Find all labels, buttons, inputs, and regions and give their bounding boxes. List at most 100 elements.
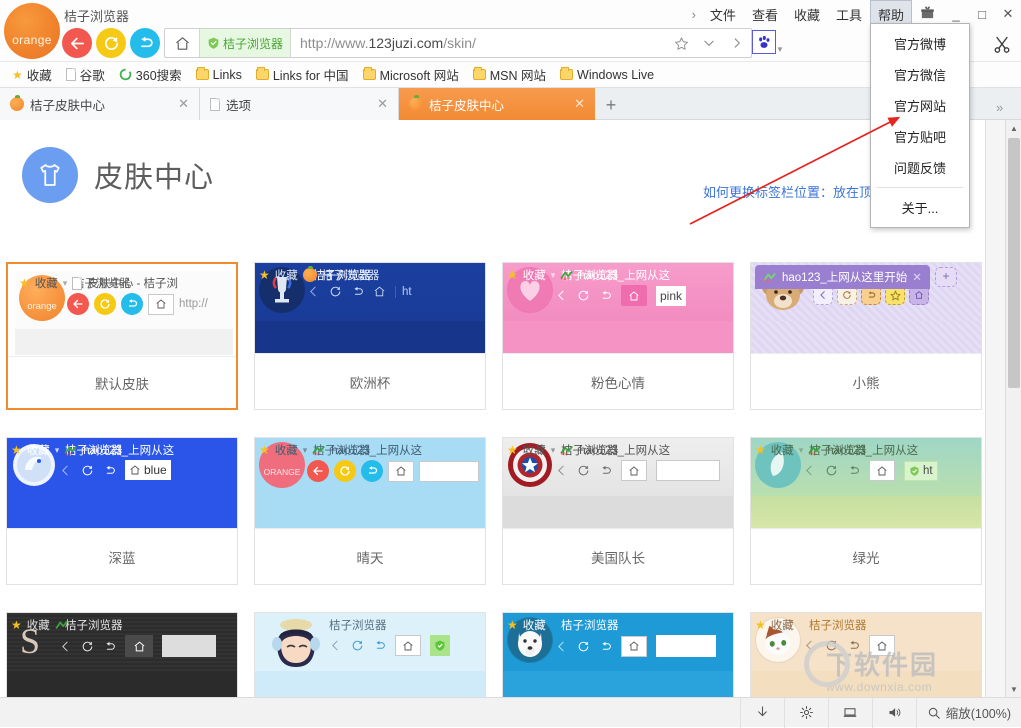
bookmark-windows-live[interactable]: Windows Live [554, 66, 660, 84]
undo-button[interactable] [130, 28, 160, 58]
orange-favicon [409, 97, 423, 111]
mini-bm-text: 收藏 [523, 617, 546, 633]
menu-overflow-chevron-icon[interactable]: › [686, 7, 702, 22]
scroll-down-arrow-icon[interactable]: ▼ [1006, 681, 1021, 697]
volume-button[interactable] [872, 698, 916, 728]
skin-name: 深蓝 [7, 528, 237, 584]
tab-options[interactable]: 选项 ✕ [200, 88, 399, 120]
skin-thumbnail: 桔子浏览器 ★ 收藏 [751, 613, 981, 697]
help-menu-item-tieba[interactable]: 官方贴吧 [871, 121, 969, 152]
back-arrow-icon [69, 35, 86, 52]
scrollbar-thumb[interactable] [1008, 138, 1020, 388]
bookmark-360search[interactable]: 360搜索 [113, 63, 188, 86]
page-viewport: 皮肤中心 如何更换标签栏位置：放在顶部或者中间？ orange 桔子浏览器 [0, 120, 1021, 697]
orange-favicon [10, 97, 24, 111]
mini-bm-text: hao123_上网从这 [83, 442, 174, 458]
skin-logo-icon [265, 613, 327, 675]
go-chevron-icon[interactable] [723, 29, 751, 57]
scissors-icon[interactable] [992, 35, 1012, 60]
skin-card-pink[interactable]: 桔子浏览器 pink ★ 收藏 ▾ hao [502, 262, 734, 410]
skin-thumbnail: 桔子浏览器 ★ 收藏 ▾ hao [503, 438, 733, 528]
mini-bm-text: hao123_上网从这 [331, 442, 422, 458]
help-menu-item-wechat[interactable]: 官方微信 [871, 59, 969, 90]
bookmark-microsoft[interactable]: Microsoft 网站 [357, 63, 465, 86]
skin-card-green[interactable]: 桔子浏览器 ht ★ [750, 437, 982, 585]
zoom-control[interactable]: 缩放(100%) [916, 698, 1021, 728]
url-prefix: http://www. [300, 35, 368, 51]
tab-close-icon[interactable]: ✕ [572, 96, 587, 112]
mini-url [419, 461, 479, 482]
tab-skin-center-2[interactable]: 桔子皮肤中心 ✕ [399, 88, 595, 120]
paw-icon [756, 34, 772, 50]
menu-favorites[interactable]: 收藏 [786, 0, 828, 29]
tab-skin-center-1[interactable]: 桔子皮肤中心 ✕ [0, 88, 200, 120]
home-button[interactable] [165, 29, 199, 57]
skin-card-euro[interactable]: 桔子浏览器 ht ★ 收藏 桔子浏览器 [254, 262, 486, 410]
skin-card-captain[interactable]: 桔子浏览器 ★ 收藏 ▾ hao [502, 437, 734, 585]
help-menu-item-weibo[interactable]: 官方微博 [871, 28, 969, 59]
bookmark-links-for-china[interactable]: Links for 中国 [250, 63, 355, 86]
tab-close-icon[interactable]: ✕ [176, 96, 191, 112]
skin-card-dark-s[interactable]: S 桔子浏览器 ★ 收藏 [6, 612, 238, 697]
help-menu-item-website[interactable]: 官方网站 [871, 90, 969, 121]
skin-card-bear[interactable]: 桔子浏览器 hao hao123_上网从这里开始 [750, 262, 982, 410]
bookmark-label: MSN 网站 [490, 65, 546, 84]
menu-file[interactable]: 文件 [702, 0, 744, 29]
site-safety-badge[interactable]: 桔子浏览器 [199, 29, 291, 57]
refresh-button[interactable] [96, 28, 126, 58]
url-input[interactable]: http://www.123juzi.com/skin/ [291, 35, 667, 51]
skin-name: 默认皮肤 [8, 356, 236, 408]
window-mode-button[interactable] [828, 698, 872, 728]
url-path: /skin/ [443, 35, 476, 51]
brand-logo-text: orange [4, 33, 60, 47]
rail-overflow-icon[interactable]: » [996, 100, 1003, 115]
bookmark-label: Links [213, 68, 242, 82]
zoom-level-label: 缩放(100%) [946, 703, 1011, 722]
search-engine-caret-icon[interactable]: ▼ [776, 45, 784, 54]
close-button[interactable]: ✕ [995, 1, 1021, 27]
skin-thumbnail: orange 桔子浏览器 http:// ★ 收藏 [15, 271, 233, 355]
new-tab-button[interactable]: + [600, 94, 622, 116]
bookmark-label: 360搜索 [136, 65, 182, 84]
help-menu-item-about[interactable]: 关于... [871, 192, 969, 223]
folder-icon [560, 69, 573, 80]
mini-url: http:// [179, 298, 208, 310]
menu-view[interactable]: 查看 [744, 0, 786, 29]
gift-icon[interactable] [912, 5, 943, 23]
search-engine-button[interactable] [752, 30, 776, 54]
bookmark-msn[interactable]: MSN 网站 [467, 63, 552, 86]
page-scrollbar-vertical[interactable]: ▲ ▼ [1005, 120, 1021, 697]
mini-fav: 收藏 [27, 442, 50, 458]
skin-card-default[interactable]: orange 桔子浏览器 http:// ★ 收藏 [6, 262, 238, 410]
folder-icon [256, 69, 269, 80]
undo-arrow-icon [137, 35, 154, 52]
address-bar[interactable]: 桔子浏览器 http://www.123juzi.com/skin/ [164, 28, 752, 58]
skin-card-sunny[interactable]: ORANGE 桔子浏览器 ★ 收藏 ▾ [254, 437, 486, 585]
skin-card-deepblue[interactable]: 桔子浏览器 blue ★ 收藏 ▾ hao hao123_上网从 [6, 437, 238, 585]
chevron-down-icon[interactable] [695, 29, 723, 57]
bookmark-star-icon[interactable] [667, 29, 695, 57]
bookmark-favorites[interactable]: ★ 收藏 [6, 63, 58, 86]
tab-close-icon[interactable]: ✕ [375, 96, 390, 112]
mini-bm-text: 收藏 [771, 617, 794, 633]
back-button[interactable] [62, 28, 92, 58]
help-menu-item-feedback[interactable]: 问题反馈 [871, 152, 969, 183]
skin-card-husky[interactable]: 桔子浏览器 ★ 收藏 [502, 612, 734, 697]
skin-thumbnail: 桔子浏览器 ht ★ 收藏 桔子浏览器 [255, 263, 485, 353]
skin-card-cat[interactable]: 桔子浏览器 ★ 收藏 [750, 612, 982, 697]
skin-thumbnail: 桔子浏览器 ★ 收藏 [503, 613, 733, 697]
svg-text:hao: hao [561, 451, 569, 456]
settings-button[interactable] [784, 698, 828, 728]
maximize-button[interactable]: □ [969, 1, 995, 27]
downloads-button[interactable] [740, 698, 784, 728]
mini-bm-text: hao123_上网从这 [579, 267, 670, 283]
skin-name: 绿光 [751, 528, 981, 584]
bookmark-google[interactable]: 谷歌 [60, 63, 111, 86]
scroll-up-arrow-icon[interactable]: ▲ [1006, 120, 1021, 136]
skin-card-anime[interactable]: 桔子浏览器 [254, 612, 486, 697]
svg-text:hao: hao [561, 276, 569, 281]
menu-tools[interactable]: 工具 [828, 0, 870, 29]
svg-text:hao: hao [65, 451, 73, 456]
bookmark-links[interactable]: Links [190, 66, 248, 84]
skin-name: 欧洲杯 [255, 353, 485, 409]
